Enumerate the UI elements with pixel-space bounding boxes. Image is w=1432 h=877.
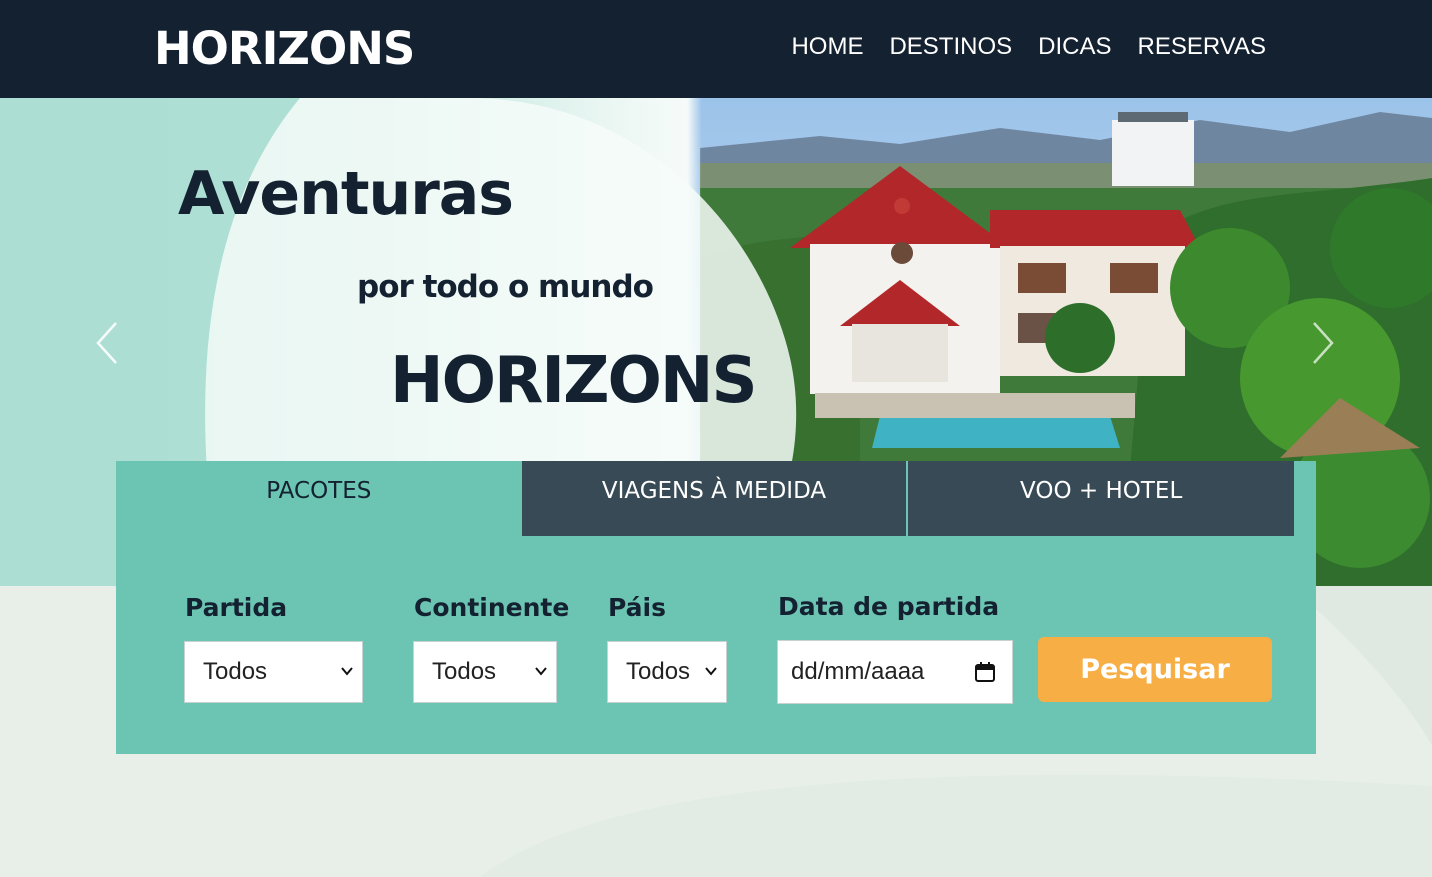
nav-link-home[interactable]: HOME [791,32,863,62]
continente-field: Continente [414,593,569,623]
continente-select[interactable]: Todos [413,641,557,703]
partida-label: Partida [185,593,288,622]
tab-viagens-a-medida[interactable]: VIAGENS À MEDIDA [521,461,907,536]
data-partida-field: Data de partida [778,592,999,622]
chevron-down-icon [535,667,547,676]
partida-field: Partida [185,593,287,623]
chevron-down-icon [705,667,717,676]
chevron-down-icon [341,667,353,676]
hero-title: Aventuras [178,159,514,229]
main-nav: HOME DESTINOS DICAS RESERVAS [791,32,1266,62]
calendar-icon[interactable] [974,661,996,683]
pais-label: Páis [608,593,666,622]
top-navbar: HORIZONS HOME DESTINOS DICAS RESERVAS [0,0,1432,98]
tab-voo-hotel[interactable]: VOO + HOTEL [908,461,1294,536]
data-partida-label: Data de partida [778,592,1000,621]
search-tabs: PACOTES VIAGENS À MEDIDA VOO + HOTEL [116,461,1294,536]
pais-select[interactable]: Todos [607,641,727,703]
data-partida-input[interactable]: dd/mm/aaaa [777,640,1013,704]
nav-link-reservas[interactable]: RESERVAS [1138,32,1267,62]
pesquisar-button[interactable]: Pesquisar [1038,637,1272,702]
pais-value: Todos [626,658,691,685]
hero-subtitle: por todo o mundo [357,269,654,305]
date-placeholder: dd/mm/aaaa [791,658,925,685]
continente-label: Continente [414,593,570,622]
pais-field: Páis [608,593,666,623]
tab-pacotes[interactable]: PACOTES [116,461,522,536]
partida-select[interactable]: Todos [184,641,363,703]
chevron-left-icon[interactable] [94,320,120,366]
continente-value: Todos [432,658,497,685]
chevron-right-icon[interactable] [1310,320,1336,366]
logo[interactable]: HORIZONS [154,22,415,76]
nav-link-dicas[interactable]: DICAS [1038,32,1111,62]
search-panel: PACOTES VIAGENS À MEDIDA VOO + HOTEL Par… [116,461,1316,754]
partida-value: Todos [203,658,268,685]
hero-brand: HORIZONS [390,344,758,418]
nav-link-destinos[interactable]: DESTINOS [889,32,1012,62]
